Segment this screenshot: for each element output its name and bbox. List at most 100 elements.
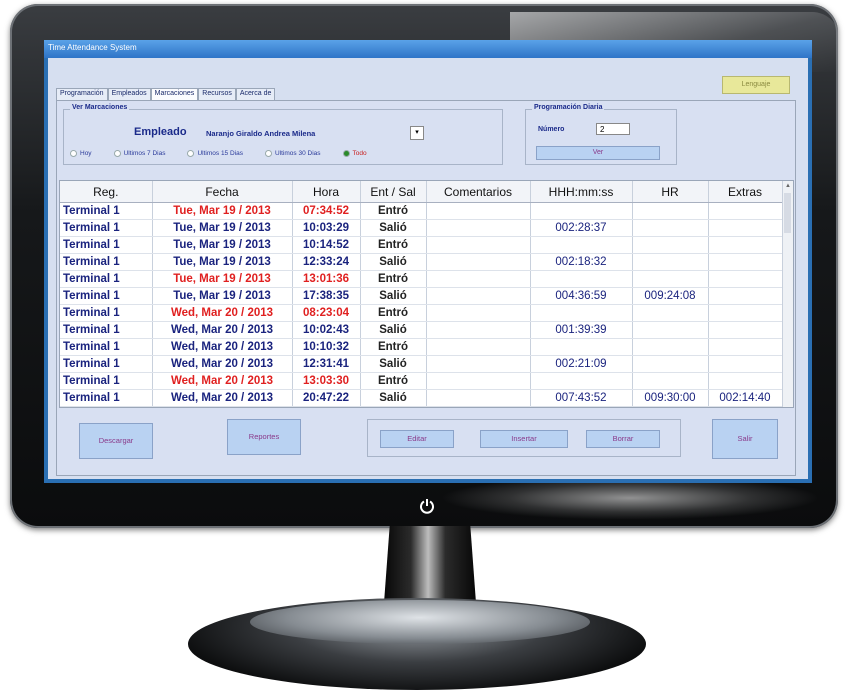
table-cell-hhh[interactable]	[530, 270, 633, 288]
column-header[interactable]: Comentarios	[426, 181, 531, 203]
table-row[interactable]: Terminal 1 Wed, Mar 20 / 2013 10:10:32 Entr…	[60, 338, 783, 356]
table-row[interactable]: Terminal 1 Wed, Mar 20 / 2013 20:47:22 Sali…	[60, 389, 783, 407]
table-cell-com[interactable]	[426, 321, 531, 339]
table-row[interactable]: Terminal 1 Tue, Mar 19 / 2013 13:01:36 Entr…	[60, 270, 783, 288]
tab-empleados[interactable]: Empleados	[107, 88, 151, 100]
table-cell-extras[interactable]	[708, 355, 783, 373]
column-header[interactable]: HHH:mm:ss	[530, 181, 633, 203]
table-cell-hr[interactable]: 009:24:08	[632, 287, 709, 305]
table-cell-hr[interactable]	[632, 253, 709, 271]
table-cell-hr[interactable]	[632, 236, 709, 254]
table-cell-extras[interactable]	[708, 236, 783, 254]
table-cell-com[interactable]	[426, 219, 531, 237]
table-row[interactable]: Terminal 1 Tue, Mar 19 / 2013 10:14:52 Entr…	[60, 236, 783, 254]
table-cell-hr[interactable]	[632, 355, 709, 373]
scroll-thumb[interactable]	[784, 193, 791, 233]
table-cell-hhh[interactable]	[530, 202, 633, 220]
table-cell-fecha[interactable]: Tue, Mar 19 / 2013	[152, 236, 293, 254]
tab-recursos[interactable]: Recursos	[198, 88, 236, 100]
table-cell-com[interactable]	[426, 253, 531, 271]
table-cell-hhh[interactable]	[530, 372, 633, 390]
table-cell-fecha[interactable]: Tue, Mar 19 / 2013	[152, 270, 293, 288]
descargar-button[interactable]: Descargar	[79, 423, 153, 459]
table-cell-extras[interactable]	[708, 321, 783, 339]
table-cell-hr[interactable]: 009:30:00	[632, 389, 709, 407]
table-row[interactable]: Terminal 1 Wed, Mar 20 / 2013 13:03:30 Entr…	[60, 372, 783, 390]
table-cell-ent[interactable]: Salió	[360, 355, 427, 373]
table-cell-fecha[interactable]: Wed, Mar 20 / 2013	[152, 304, 293, 322]
table-cell-fecha[interactable]: Wed, Mar 20 / 2013	[152, 321, 293, 339]
table-cell-hr[interactable]	[632, 321, 709, 339]
table-cell-hhh[interactable]	[530, 236, 633, 254]
table-cell-hora[interactable]: 07:34:52	[292, 202, 361, 220]
table-cell-fecha[interactable]: Tue, Mar 19 / 2013	[152, 287, 293, 305]
tab-programacion[interactable]: Programación	[56, 88, 108, 100]
table-cell-com[interactable]	[426, 287, 531, 305]
numero-input[interactable]: 2	[596, 123, 630, 135]
table-cell-ent[interactable]: Entró	[360, 270, 427, 288]
table-cell-com[interactable]	[426, 202, 531, 220]
table-cell-hr[interactable]	[632, 304, 709, 322]
table-cell-hr[interactable]	[632, 270, 709, 288]
table-row[interactable]: Terminal 1 Wed, Mar 20 / 2013 10:02:43 Sali…	[60, 321, 783, 339]
column-header[interactable]: Extras	[708, 181, 783, 203]
employee-select[interactable]: Naranjo Giraldo Andrea Milena	[206, 129, 315, 138]
table-cell-com[interactable]	[426, 355, 531, 373]
column-header[interactable]: HR	[632, 181, 709, 203]
table-cell-hora[interactable]: 20:47:22	[292, 389, 361, 407]
column-header[interactable]: Reg.	[60, 181, 153, 203]
chevron-down-icon[interactable]: ▾	[410, 126, 424, 140]
table-cell-hr[interactable]	[632, 338, 709, 356]
table-cell-hhh[interactable]: 004:36:59	[530, 287, 633, 305]
table-cell-reg[interactable]: Terminal 1	[60, 389, 153, 407]
table-cell-reg[interactable]: Terminal 1	[60, 372, 153, 390]
filter-7-dias[interactable]: Ultimos 7 Dias	[113, 150, 165, 157]
table-cell-hora[interactable]: 12:31:41	[292, 355, 361, 373]
filter-todo[interactable]: Todo	[342, 150, 367, 157]
table-cell-reg[interactable]: Terminal 1	[60, 270, 153, 288]
table-row[interactable]: Terminal 1 Tue, Mar 19 / 2013 07:34:52 Entr…	[60, 202, 783, 220]
table-cell-fecha[interactable]: Wed, Mar 20 / 2013	[152, 355, 293, 373]
column-header[interactable]: Hora	[292, 181, 361, 203]
table-cell-ent[interactable]: Entró	[360, 338, 427, 356]
editar-button[interactable]: Editar	[380, 430, 454, 448]
table-cell-com[interactable]	[426, 372, 531, 390]
table-cell-com[interactable]	[426, 338, 531, 356]
table-cell-ent[interactable]: Salió	[360, 389, 427, 407]
table-cell-fecha[interactable]: Wed, Mar 20 / 2013	[152, 389, 293, 407]
table-cell-hhh[interactable]: 002:28:37	[530, 219, 633, 237]
table-cell-extras[interactable]	[708, 372, 783, 390]
table-cell-com[interactable]	[426, 304, 531, 322]
table-cell-ent[interactable]: Entró	[360, 202, 427, 220]
vertical-scrollbar[interactable]: ▲	[782, 181, 793, 407]
scroll-up-icon[interactable]: ▲	[783, 181, 793, 191]
table-cell-ent[interactable]: Salió	[360, 253, 427, 271]
insertar-button[interactable]: Insertar	[480, 430, 568, 448]
table-row[interactable]: Terminal 1 Wed, Mar 20 / 2013 08:23:04 Entr…	[60, 304, 783, 322]
borrar-button[interactable]: Borrar	[586, 430, 660, 448]
table-row[interactable]: Terminal 1 Tue, Mar 19 / 2013 12:33:24 Sali…	[60, 253, 783, 271]
table-cell-hora[interactable]: 10:14:52	[292, 236, 361, 254]
table-cell-reg[interactable]: Terminal 1	[60, 304, 153, 322]
table-cell-fecha[interactable]: Tue, Mar 19 / 2013	[152, 202, 293, 220]
language-button[interactable]: Lenguaje	[722, 76, 790, 94]
table-cell-ent[interactable]: Salió	[360, 287, 427, 305]
filter-15-dias[interactable]: Ultimos 15 Dias	[187, 150, 243, 157]
table-cell-com[interactable]	[426, 270, 531, 288]
table-cell-ent[interactable]: Salió	[360, 321, 427, 339]
table-cell-extras[interactable]	[708, 287, 783, 305]
table-cell-reg[interactable]: Terminal 1	[60, 355, 153, 373]
table-cell-reg[interactable]: Terminal 1	[60, 321, 153, 339]
reportes-button[interactable]: Reportes	[227, 419, 301, 455]
table-cell-reg[interactable]: Terminal 1	[60, 219, 153, 237]
table-row[interactable]: Terminal 1 Wed, Mar 20 / 2013 12:31:41 Sali…	[60, 355, 783, 373]
table-cell-hora[interactable]: 13:01:36	[292, 270, 361, 288]
table-cell-hora[interactable]: 10:10:32	[292, 338, 361, 356]
ver-button[interactable]: Ver	[536, 146, 660, 160]
table-cell-extras[interactable]: 002:14:40	[708, 389, 783, 407]
table-cell-hora[interactable]: 10:03:29	[292, 219, 361, 237]
power-icon[interactable]	[419, 498, 435, 514]
table-cell-hhh[interactable]	[530, 338, 633, 356]
table-cell-hr[interactable]	[632, 202, 709, 220]
table-cell-reg[interactable]: Terminal 1	[60, 253, 153, 271]
